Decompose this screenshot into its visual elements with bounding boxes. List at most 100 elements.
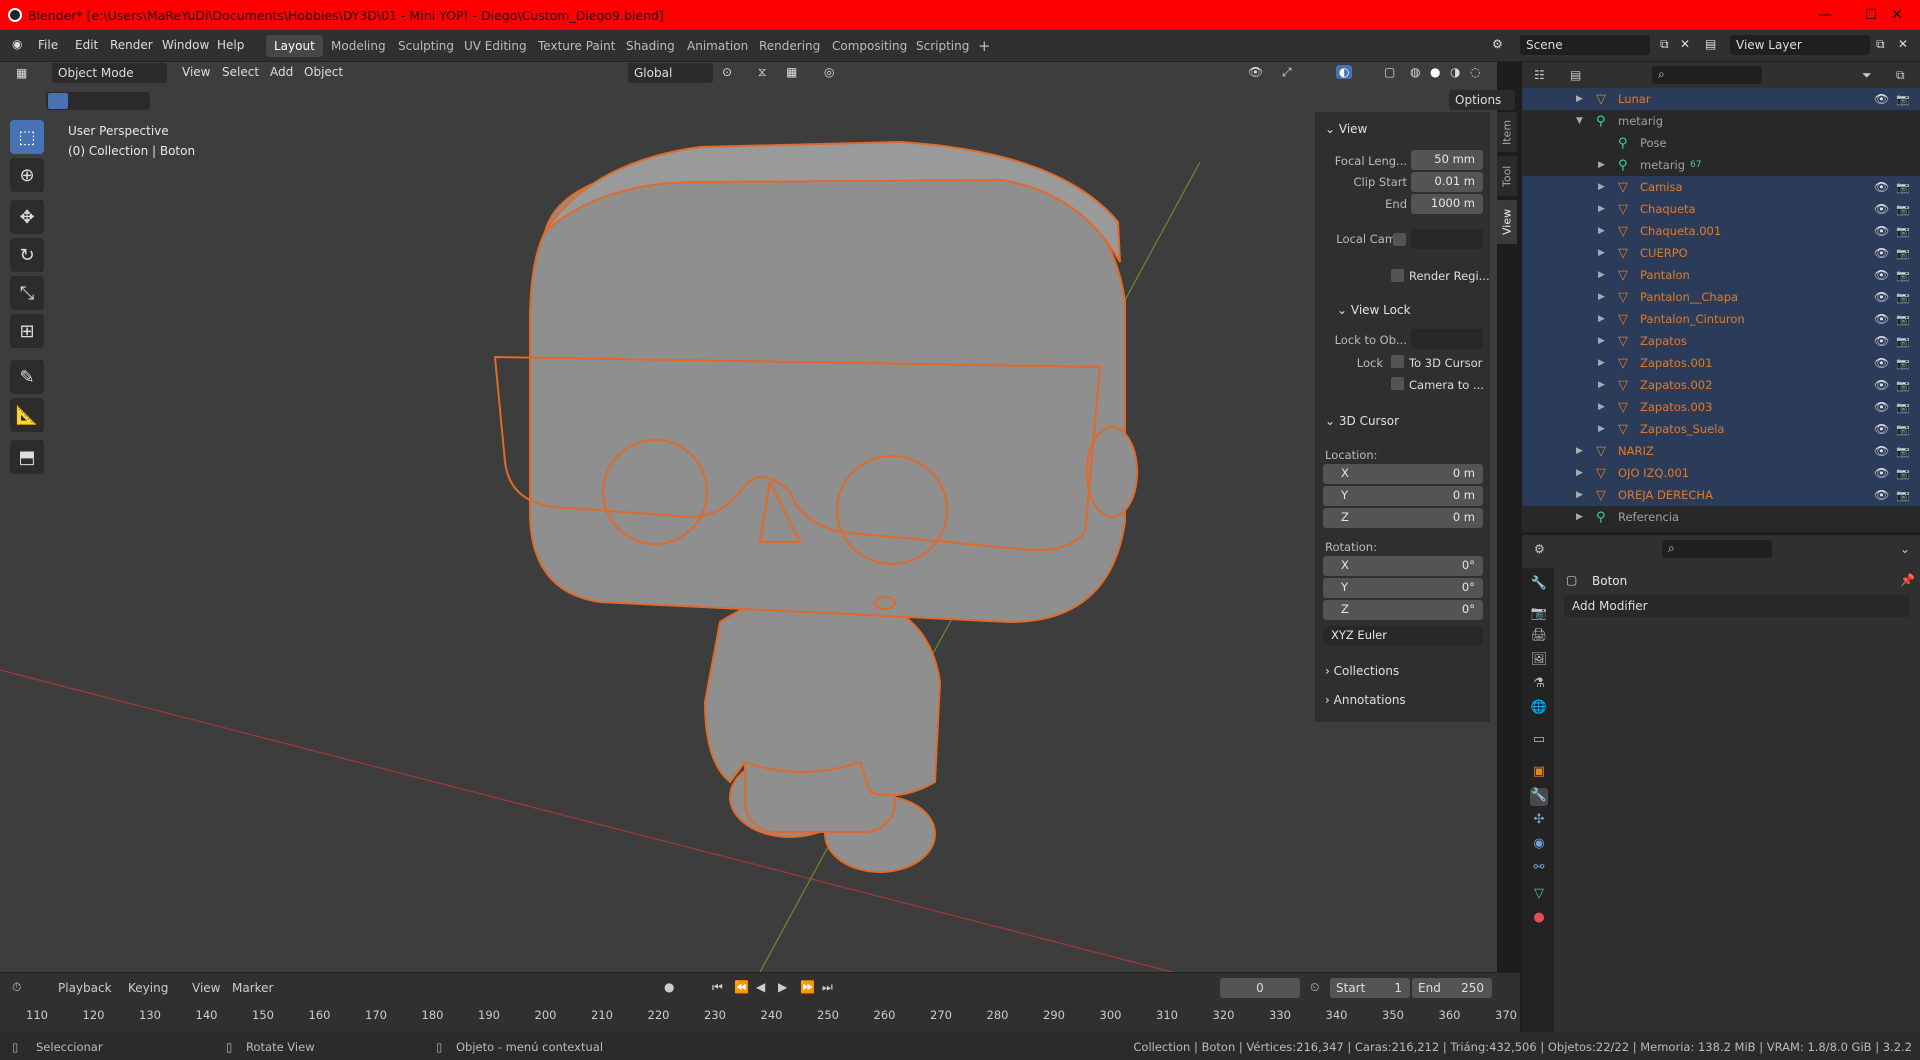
proportional-edit-icon[interactable]: ◎ — [824, 65, 834, 79]
visibility-eye-icon[interactable]: 👁 — [1874, 378, 1889, 392]
render-camera-icon[interactable]: 📷 — [1896, 269, 1910, 282]
outliner-row[interactable]: ▶ ▽ Zapatos_Suela 👁 📷 — [1522, 418, 1920, 440]
render-camera-icon[interactable]: 📷 — [1896, 335, 1910, 348]
outliner-row[interactable]: ▶ ▽ OJO IZQ.001 👁 📷 — [1522, 462, 1920, 484]
expand-toggle-icon[interactable]: ▶ — [1576, 468, 1583, 478]
current-frame-field[interactable]: 0 — [1220, 978, 1300, 998]
viewport-menu-view[interactable]: View — [182, 65, 210, 79]
local-camera-field[interactable] — [1411, 229, 1483, 249]
material-properties-icon[interactable]: ● — [1530, 910, 1548, 928]
visibility-eye-icon[interactable]: 👁 — [1874, 290, 1889, 304]
render-camera-icon[interactable]: 📷 — [1896, 313, 1910, 326]
outliner-row[interactable]: ▶ ▽ Zapatos 👁 📷 — [1522, 330, 1920, 352]
data-properties-icon[interactable]: ▽ — [1530, 886, 1548, 904]
select-tool-icon[interactable]: ⬚ — [10, 120, 44, 154]
expand-toggle-icon[interactable]: ▶ — [1598, 424, 1605, 434]
expand-toggle-icon[interactable]: ▶ — [1598, 160, 1605, 170]
expand-toggle-icon[interactable]: ▶ — [1598, 270, 1605, 280]
render-camera-icon[interactable]: 📷 — [1896, 379, 1910, 392]
outliner-row[interactable]: ▶ ▽ Pantalon_Cinturon 👁 📷 — [1522, 308, 1920, 330]
render-camera-icon[interactable]: 📷 — [1896, 247, 1910, 260]
visibility-eye-icon[interactable]: 👁 — [1874, 268, 1889, 282]
auto-keying-icon[interactable]: ● — [664, 980, 674, 994]
visibility-eye-icon[interactable]: 👁 — [1874, 312, 1889, 326]
rotate-tool-icon[interactable]: ↻ — [10, 238, 44, 272]
render-camera-icon[interactable]: 📷 — [1896, 423, 1910, 436]
cursor-location-z-field[interactable]: Z 0 m — [1323, 508, 1483, 528]
properties-editor-icon[interactable]: ⚙ — [1534, 542, 1545, 556]
frame-end-field[interactable]: End 250 — [1412, 978, 1492, 998]
snap-icon[interactable]: ⧖ — [758, 65, 766, 80]
view-layer-new-icon[interactable]: ⧉ — [1876, 37, 1885, 52]
outliner-row[interactable]: ▶ ▽ Chaqueta.001 👁 📷 — [1522, 220, 1920, 242]
play-reverse-icon[interactable]: ◀ — [756, 980, 765, 994]
expand-toggle-icon[interactable]: ▶ — [1576, 94, 1583, 104]
expand-toggle-icon[interactable]: ▶ — [1576, 490, 1583, 500]
expand-toggle-icon[interactable]: ▶ — [1598, 314, 1605, 324]
expand-toggle-icon[interactable]: ▶ — [1598, 204, 1605, 214]
filter-icon[interactable]: ⏷ — [1862, 68, 1872, 83]
play-icon[interactable]: ▶ — [778, 980, 787, 994]
focal-length-field[interactable]: 50 mm — [1411, 150, 1483, 170]
menu-edit[interactable]: Edit — [75, 38, 98, 52]
viewport-menu-add[interactable]: Add — [270, 65, 293, 79]
transform-tool-icon[interactable]: ⊞ — [10, 314, 44, 348]
outliner-row[interactable]: ▶ ▽ Chaqueta 👁 📷 — [1522, 198, 1920, 220]
physics-properties-icon[interactable]: ◉ — [1530, 836, 1548, 854]
camera-to-view-checkbox[interactable] — [1391, 377, 1404, 390]
outliner-row[interactable]: ▶ ▽ Pantalon 👁 📷 — [1522, 264, 1920, 286]
visibility-eye-icon[interactable]: 👁 — [1874, 92, 1889, 106]
object-mode-dropdown[interactable]: Object Mode — [52, 63, 167, 83]
render-camera-icon[interactable]: 📷 — [1896, 401, 1910, 414]
jump-end-icon[interactable]: ⏭ — [822, 980, 833, 995]
cursor-rotation-x-field[interactable]: X 0° — [1323, 556, 1483, 576]
select-mode-buttons[interactable] — [46, 92, 150, 110]
measure-tool-icon[interactable]: 📐 — [10, 398, 44, 432]
scale-tool-icon[interactable]: ⤡ — [10, 276, 44, 310]
render-camera-icon[interactable]: 📷 — [1896, 203, 1910, 216]
cursor-location-y-field[interactable]: Y 0 m — [1323, 486, 1483, 506]
expand-toggle-icon[interactable]: ▶ — [1576, 446, 1583, 456]
options-dropdown[interactable]: Options — [1449, 90, 1515, 110]
3d-viewport[interactable] — [0, 62, 1497, 972]
expand-toggle-icon[interactable]: ▶ — [1576, 512, 1583, 522]
select-box-new-icon[interactable] — [48, 93, 68, 109]
render-camera-icon[interactable]: 📷 — [1896, 445, 1910, 458]
overlays-icon[interactable]: ◐ — [1336, 65, 1353, 79]
tab-sculpting[interactable]: Sculpting — [390, 35, 462, 57]
render-camera-icon[interactable]: 📷 — [1896, 181, 1910, 194]
outliner-row[interactable]: ▶ ▽ Camisa 👁 📷 — [1522, 176, 1920, 198]
view-layer-close-icon[interactable]: ✕ — [1898, 37, 1908, 51]
local-camera-checkbox[interactable] — [1393, 233, 1406, 246]
collection-properties-icon[interactable]: ▭ — [1530, 732, 1548, 750]
lock-to-object-field[interactable] — [1411, 329, 1483, 349]
tab-view[interactable]: View — [1497, 200, 1517, 244]
tab-compositing[interactable]: Compositing — [824, 35, 915, 57]
expand-toggle-icon[interactable]: ▶ — [1598, 248, 1605, 258]
tab-shading[interactable]: Shading — [618, 35, 683, 57]
render-camera-icon[interactable]: 📷 — [1896, 489, 1910, 502]
viewport-menu-object[interactable]: Object — [304, 65, 343, 79]
tab-tool[interactable]: Tool — [1497, 156, 1517, 196]
outliner-row[interactable]: ⚲ Pose — [1522, 132, 1920, 154]
outliner-row[interactable]: ▶ ▽ NARIZ 👁 📷 — [1522, 440, 1920, 462]
render-camera-icon[interactable]: 📷 — [1896, 93, 1910, 106]
scene-properties-icon[interactable]: ⚗ — [1530, 676, 1548, 694]
scene-selector[interactable]: Scene — [1520, 35, 1650, 55]
view-lock-header[interactable]: ⌄ View Lock — [1337, 303, 1411, 317]
visibility-eye-icon[interactable]: 👁 — [1874, 444, 1889, 458]
solid-shading-icon[interactable]: ● — [1430, 65, 1440, 79]
render-properties-icon[interactable]: 📷 — [1530, 606, 1548, 624]
expand-toggle-icon[interactable]: ▶ — [1598, 380, 1605, 390]
cursor-location-x-field[interactable]: X 0 m — [1323, 464, 1483, 484]
modifier-properties-icon[interactable]: 🔧 — [1530, 788, 1548, 806]
new-collection-icon[interactable]: ⧉ — [1896, 68, 1905, 83]
jump-start-icon[interactable]: ⏮ — [712, 980, 723, 995]
visibility-eye-icon[interactable]: 👁 — [1874, 180, 1889, 194]
expand-toggle-icon[interactable]: ▶ — [1598, 402, 1605, 412]
pin-icon[interactable]: 📌 — [1900, 573, 1915, 587]
use-preview-range-icon[interactable]: ⏲ — [1310, 980, 1319, 995]
visibility-icon[interactable]: 👁 — [1248, 65, 1263, 79]
outliner-row[interactable]: ▶ ▽ Zapatos.003 👁 📷 — [1522, 396, 1920, 418]
expand-toggle-icon[interactable]: ▶ — [1598, 226, 1605, 236]
